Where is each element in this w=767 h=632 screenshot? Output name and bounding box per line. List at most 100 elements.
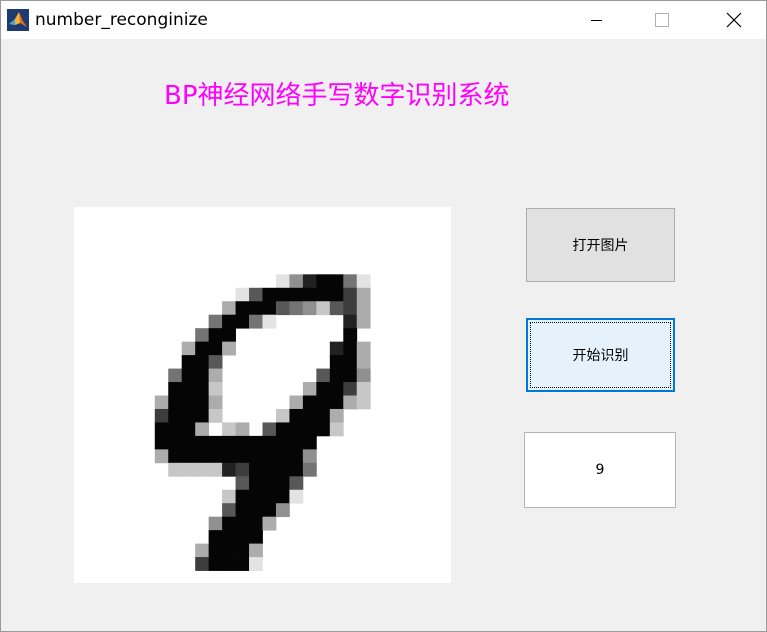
close-button[interactable] (710, 1, 756, 39)
matlab-icon (7, 9, 29, 31)
maximize-button[interactable] (638, 1, 684, 39)
digit-pixel (329, 368, 344, 383)
digit-pixel (275, 301, 290, 316)
digit-pixel (181, 395, 196, 410)
digit-pixel (289, 287, 304, 302)
digit-pixel (195, 355, 210, 369)
digit-pixel (262, 462, 277, 477)
digit-pixel (181, 408, 196, 423)
digit-pixel (289, 395, 304, 410)
digit-pixel (316, 408, 331, 423)
digit-pixel (222, 328, 236, 343)
digit-pixel (249, 543, 263, 558)
digit-pixel (343, 287, 358, 302)
digit-pixel (249, 287, 263, 302)
start-recognition-button[interactable]: 开始识别 (526, 318, 675, 392)
digit-pixel (235, 503, 250, 518)
digit-pixel (249, 314, 263, 329)
digit-pixel (262, 435, 277, 450)
digit-pixel (208, 355, 223, 369)
digit-pixel (208, 408, 223, 423)
digit-pixel (249, 557, 263, 571)
digit-pixel (168, 422, 183, 437)
digit-pixel (356, 395, 371, 410)
digit-pixel (302, 449, 317, 464)
digit-pixel (302, 287, 317, 302)
title-bar[interactable]: number_reconginize (1, 1, 766, 39)
digit-pixel (356, 368, 371, 383)
digit-pixel (343, 368, 358, 383)
digit-pixel (181, 449, 196, 464)
minimize-button[interactable] (574, 1, 620, 39)
digit-image-panel (74, 207, 451, 583)
digit-pixel (208, 314, 223, 329)
digit-pixel (235, 287, 250, 302)
focus-rectangle (530, 322, 671, 388)
digit-pixel (262, 422, 277, 437)
digit-pixel (329, 341, 344, 356)
digit-pixel (235, 557, 250, 571)
digit-pixel (222, 341, 236, 356)
digit-pixel (329, 422, 344, 437)
digit-pixel (154, 395, 169, 410)
digit-pixel (195, 557, 210, 571)
digit-pixel (195, 382, 210, 396)
digit-pixel (195, 462, 210, 477)
digit-pixel (289, 462, 304, 477)
digit-pixel (343, 395, 358, 410)
digit-pixel (222, 516, 236, 531)
digit-pixel (262, 287, 277, 302)
digit-pixel (208, 516, 223, 531)
digit-pixel (249, 516, 263, 531)
digit-pixel (302, 408, 317, 423)
digit-pixel (329, 395, 344, 410)
digit-pixel (235, 449, 250, 464)
digit-pixel (222, 530, 236, 544)
digit-pixel (289, 274, 304, 289)
digit-pixel (168, 449, 183, 464)
digit-pixel (181, 435, 196, 450)
digit-pixel (154, 408, 169, 423)
digit-pixel (222, 422, 236, 437)
digit-pixel (262, 516, 277, 531)
digit-pixel (235, 476, 250, 491)
window-title: number_reconginize (35, 10, 208, 30)
digit-pixel (222, 489, 236, 504)
digit-pixel (235, 516, 250, 531)
digit-pixel (289, 422, 304, 437)
digit-pixel (356, 341, 371, 356)
digit-pixel (262, 489, 277, 504)
digit-pixel (302, 382, 317, 396)
digit-pixel (154, 449, 169, 464)
digit-pixel (208, 530, 223, 544)
digit-pixel (208, 435, 223, 450)
digit-pixel (222, 301, 236, 316)
digit-pixel (356, 287, 371, 302)
digit-pixel (195, 449, 210, 464)
digit-pixel (235, 530, 250, 544)
digit-pixel (235, 314, 250, 329)
digit-pixel (235, 435, 250, 450)
digit-pixel (154, 422, 169, 437)
open-image-button[interactable]: 打开图片 (526, 208, 675, 282)
digit-pixel (181, 341, 196, 356)
digit-pixel (249, 435, 263, 450)
digit-pixel (208, 341, 223, 356)
digit-pixel (275, 422, 290, 437)
digit-pixel (289, 408, 304, 423)
digit-pixel (195, 543, 210, 558)
digit-pixel (168, 368, 183, 383)
digit-pixel (356, 301, 371, 316)
digit-pixel (262, 314, 277, 329)
digit-pixel (235, 301, 250, 316)
digit-pixel (168, 395, 183, 410)
digit-pixel (222, 462, 236, 477)
digit-pixel (208, 543, 223, 558)
digit-pixel (343, 382, 358, 396)
digit-pixel (302, 301, 317, 316)
digit-pixel (262, 301, 277, 316)
digit-pixel (208, 382, 223, 396)
digit-pixel (302, 435, 317, 450)
open-image-label: 打开图片 (572, 238, 629, 254)
digit-pixel (262, 449, 277, 464)
